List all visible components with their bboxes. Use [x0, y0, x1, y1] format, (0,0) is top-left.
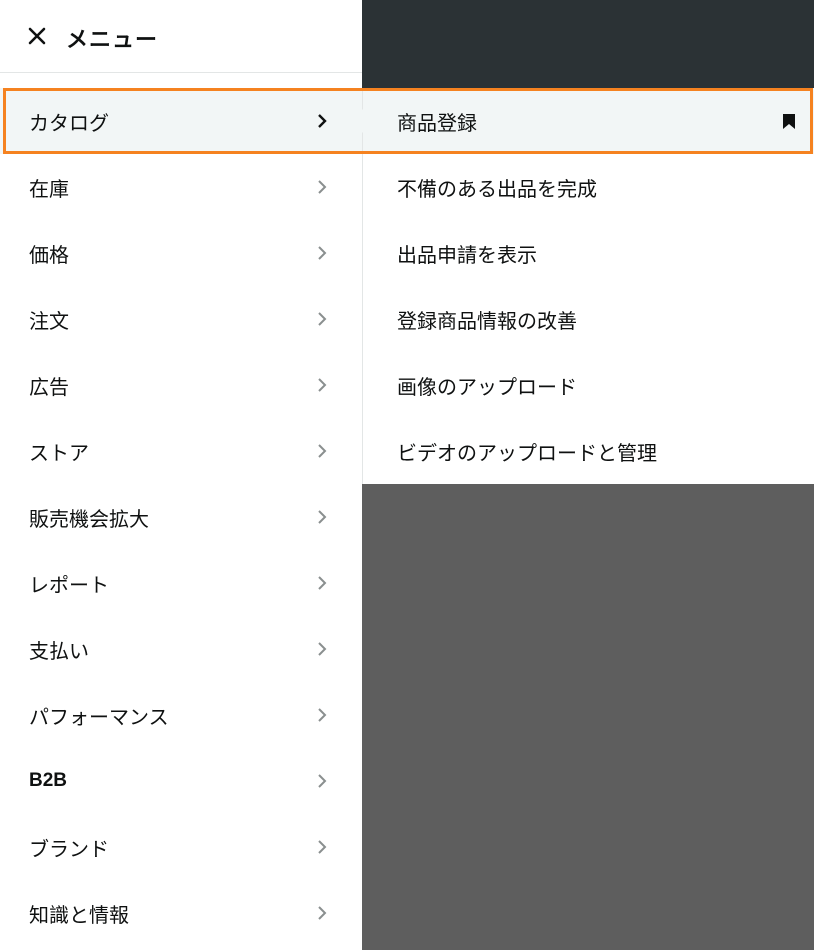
submenu-panel: 商品登録 不備のある出品を完成 出品申請を表示 登録商品情報の改善 画像のアップ… [362, 88, 814, 484]
menu-item-label: ストア [29, 440, 89, 465]
submenu-item-view-applications[interactable]: 出品申請を表示 [363, 220, 814, 286]
chevron-right-icon [318, 774, 327, 788]
submenu-item-add-products[interactable]: 商品登録 [363, 88, 814, 154]
menu-item-performance[interactable]: パフォーマンス [0, 682, 362, 748]
menu-item-label: B2B [29, 770, 68, 791]
submenu-item-fix-listings[interactable]: 不備のある出品を完成 [363, 154, 814, 220]
submenu-pointer [351, 108, 364, 134]
menu-item-label: パフォーマンス [29, 704, 169, 729]
menu-item-label: 価格 [29, 242, 69, 267]
chevron-right-icon [318, 906, 327, 920]
bookmark-icon[interactable] [782, 113, 796, 130]
menu-item-brands[interactable]: ブランド [0, 814, 362, 880]
menu-item-label: レポート [29, 572, 109, 597]
menu-item-label: 販売機会拡大 [29, 506, 149, 531]
submenu-item-label: 登録商品情報の改善 [397, 308, 577, 333]
menu-item-inventory[interactable]: 在庫 [0, 154, 362, 220]
menu-title: メニュー [66, 28, 159, 53]
menu-item-growth[interactable]: 販売機会拡大 [0, 484, 362, 550]
submenu-item-improve-listings[interactable]: 登録商品情報の改善 [363, 286, 814, 352]
menu-item-pricing[interactable]: 価格 [0, 220, 362, 286]
chevron-right-icon [318, 378, 327, 392]
menu-item-reports[interactable]: レポート [0, 550, 362, 616]
menu-item-advertising[interactable]: 広告 [0, 352, 362, 418]
submenu-item-upload-videos[interactable]: ビデオのアップロードと管理 [363, 418, 814, 484]
close-icon[interactable] [27, 26, 47, 46]
chevron-right-icon [318, 444, 327, 458]
menu-item-label: 広告 [29, 374, 69, 399]
submenu-item-label: 商品登録 [397, 110, 477, 135]
chevron-right-icon [318, 180, 327, 194]
menu-item-learn[interactable]: 知識と情報 [0, 880, 362, 946]
menu-item-label: 在庫 [29, 176, 69, 201]
chevron-right-icon [318, 246, 327, 260]
menu-item-payments[interactable]: 支払い [0, 616, 362, 682]
menu-panel: メニュー カタログ 在庫 価格 注文 広告 ストア 販売機会拡大 レポート 支払… [0, 0, 362, 950]
menu-item-stores[interactable]: ストア [0, 418, 362, 484]
chevron-right-icon [318, 312, 327, 326]
chevron-right-icon [318, 576, 327, 590]
submenu-item-upload-images[interactable]: 画像のアップロード [363, 352, 814, 418]
menu-item-catalog[interactable]: カタログ [0, 88, 362, 154]
menu-item-label: 知識と情報 [29, 902, 129, 927]
menu-item-label: 注文 [29, 308, 69, 333]
menu-item-label: 支払い [29, 638, 89, 663]
menu-header: メニュー [0, 0, 362, 73]
menu-item-label: ブランド [29, 836, 109, 861]
menu-item-b2b[interactable]: B2B [0, 748, 362, 814]
chevron-right-icon [318, 114, 327, 128]
submenu-item-label: 画像のアップロード [397, 374, 577, 399]
screen: メニュー カタログ 在庫 価格 注文 広告 ストア 販売機会拡大 レポート 支払… [0, 0, 814, 950]
submenu-item-label: ビデオのアップロードと管理 [397, 440, 657, 465]
chevron-right-icon [318, 708, 327, 722]
chevron-right-icon [318, 642, 327, 656]
menu-item-orders[interactable]: 注文 [0, 286, 362, 352]
menu-item-label: カタログ [29, 110, 109, 135]
submenu-item-label: 出品申請を表示 [397, 242, 537, 267]
chevron-right-icon [318, 510, 327, 524]
header-bar-background [362, 0, 814, 88]
submenu-item-label: 不備のある出品を完成 [397, 176, 597, 201]
menu-list: カタログ 在庫 価格 注文 広告 ストア 販売機会拡大 レポート 支払い パフォ… [0, 88, 362, 946]
chevron-right-icon [318, 840, 327, 854]
